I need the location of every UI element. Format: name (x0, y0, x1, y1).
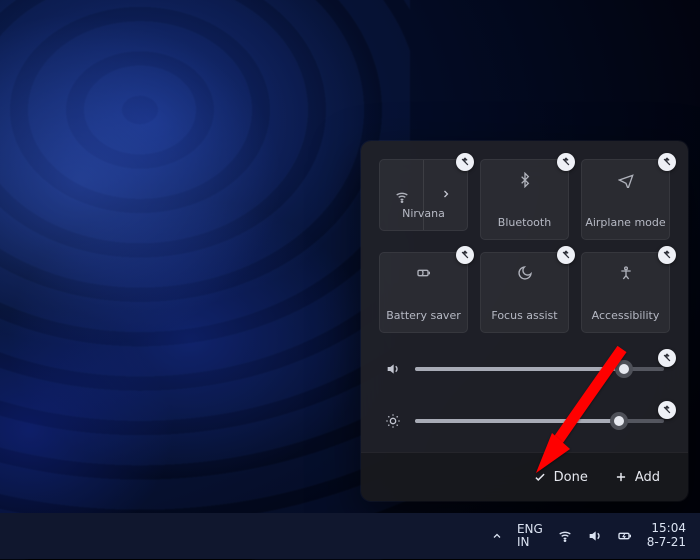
unpin-wifi[interactable] (456, 153, 474, 171)
wifi-icon (394, 189, 410, 205)
tray-wifi[interactable] (557, 528, 573, 544)
airplane-icon (618, 172, 634, 188)
tile-battery-saver[interactable]: Battery saver (379, 252, 468, 333)
tile-label: Accessibility (582, 309, 669, 322)
quick-settings-tiles: Nirvana Bluetooth Airplane mode Battery … (361, 141, 688, 337)
done-label: Done (554, 470, 588, 485)
unpin-bluetooth[interactable] (557, 153, 575, 171)
tile-label: Focus assist (481, 309, 568, 322)
battery-icon (416, 265, 432, 281)
add-button[interactable]: Add (614, 470, 660, 485)
tray-volume[interactable] (587, 528, 603, 544)
tile-focus-assist[interactable]: Focus assist (480, 252, 569, 333)
accessibility-icon (618, 265, 634, 281)
language-indicator[interactable]: ENG IN (517, 523, 543, 549)
clock-date: 8-7-21 (647, 536, 686, 550)
panel-footer: Done Add (361, 452, 688, 501)
brightness-slider[interactable] (415, 419, 664, 423)
add-label: Add (635, 470, 660, 485)
tray-battery[interactable] (617, 528, 633, 544)
tile-label: Nirvana (380, 207, 467, 220)
volume-slider[interactable] (415, 367, 664, 371)
unpin-focus[interactable] (557, 246, 575, 264)
tray-overflow[interactable] (491, 530, 503, 542)
unpin-volume[interactable] (658, 349, 676, 367)
tile-label: Battery saver (380, 309, 467, 322)
chevron-right-icon (440, 188, 452, 203)
lang-line2: IN (517, 536, 543, 549)
plus-icon (614, 470, 628, 484)
volume-icon (385, 361, 401, 377)
taskbar-clock[interactable]: 15:04 8-7-21 (647, 522, 686, 550)
volume-slider-row (361, 351, 688, 377)
unpin-airplane[interactable] (658, 153, 676, 171)
tile-accessibility[interactable]: Accessibility (581, 252, 670, 333)
brightness-icon (385, 413, 401, 429)
done-button[interactable]: Done (533, 470, 588, 485)
tile-label: Bluetooth (481, 216, 568, 229)
check-icon (533, 470, 547, 484)
unpin-battery[interactable] (456, 246, 474, 264)
unpin-accessibility[interactable] (658, 246, 676, 264)
tile-bluetooth[interactable]: Bluetooth (480, 159, 569, 240)
moon-icon (517, 265, 533, 281)
tile-wifi[interactable]: Nirvana (379, 159, 468, 231)
taskbar: ENG IN 15:04 8-7-21 (0, 513, 700, 559)
quick-settings-panel: Nirvana Bluetooth Airplane mode Battery … (361, 141, 688, 501)
unpin-brightness[interactable] (658, 401, 676, 419)
tile-label: Airplane mode (582, 216, 669, 229)
brightness-slider-row (361, 403, 688, 429)
tile-airplane[interactable]: Airplane mode (581, 159, 670, 240)
bluetooth-icon (517, 172, 533, 188)
clock-time: 15:04 (647, 522, 686, 536)
